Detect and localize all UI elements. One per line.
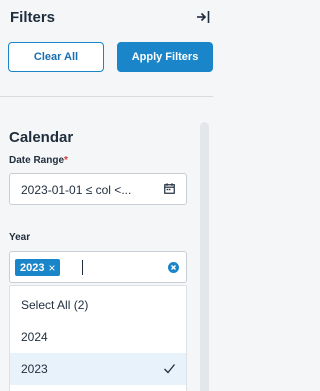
clear-all-button[interactable]: Clear All xyxy=(8,42,104,72)
calendar-icon[interactable] xyxy=(164,183,175,194)
option-select-all[interactable]: Select All (2) xyxy=(10,289,186,321)
option-2024[interactable]: 2024 xyxy=(10,321,186,353)
chip-label: 2023 xyxy=(20,261,45,274)
date-range-value: 2023-01-01 ≤ col <... xyxy=(21,183,132,197)
clear-circle-icon[interactable] xyxy=(168,262,179,273)
filters-panel: Filters Clear All Apply Filters Calendar… xyxy=(0,0,213,391)
collapse-right-icon[interactable] xyxy=(196,9,210,25)
year-dropdown-menu: Select All (2) 2024 2023 xyxy=(9,285,187,391)
year-label: Year xyxy=(9,232,31,243)
date-range-label: Date Range* xyxy=(9,155,68,166)
chip-remove-icon[interactable]: × xyxy=(48,262,55,274)
year-multiselect[interactable]: 2023 × xyxy=(9,251,187,283)
clear-all-label: Clear All xyxy=(33,51,79,63)
required-marker: * xyxy=(64,155,68,166)
calendar-section: Calendar Date Range* 2023-01-01 ≤ col <.… xyxy=(0,97,213,391)
check-icon xyxy=(164,364,176,374)
calendar-section-title: Calendar xyxy=(9,129,74,146)
option-label: Select All (2) xyxy=(21,298,89,312)
scrollbar[interactable] xyxy=(200,122,209,391)
text-caret xyxy=(82,260,83,275)
filters-title: Filters xyxy=(10,9,56,26)
date-range-label-text: Date Range xyxy=(9,155,65,166)
selected-chip-2023: 2023 × xyxy=(15,259,60,276)
filters-header: Filters xyxy=(10,8,210,30)
apply-filters-label: Apply Filters xyxy=(131,51,199,63)
option-2023[interactable]: 2023 xyxy=(10,353,186,385)
apply-filters-button[interactable]: Apply Filters xyxy=(117,42,213,72)
option-label: 2023 xyxy=(21,362,48,376)
date-range-field[interactable]: 2023-01-01 ≤ col <... xyxy=(9,173,187,205)
option-label: 2024 xyxy=(21,330,48,344)
